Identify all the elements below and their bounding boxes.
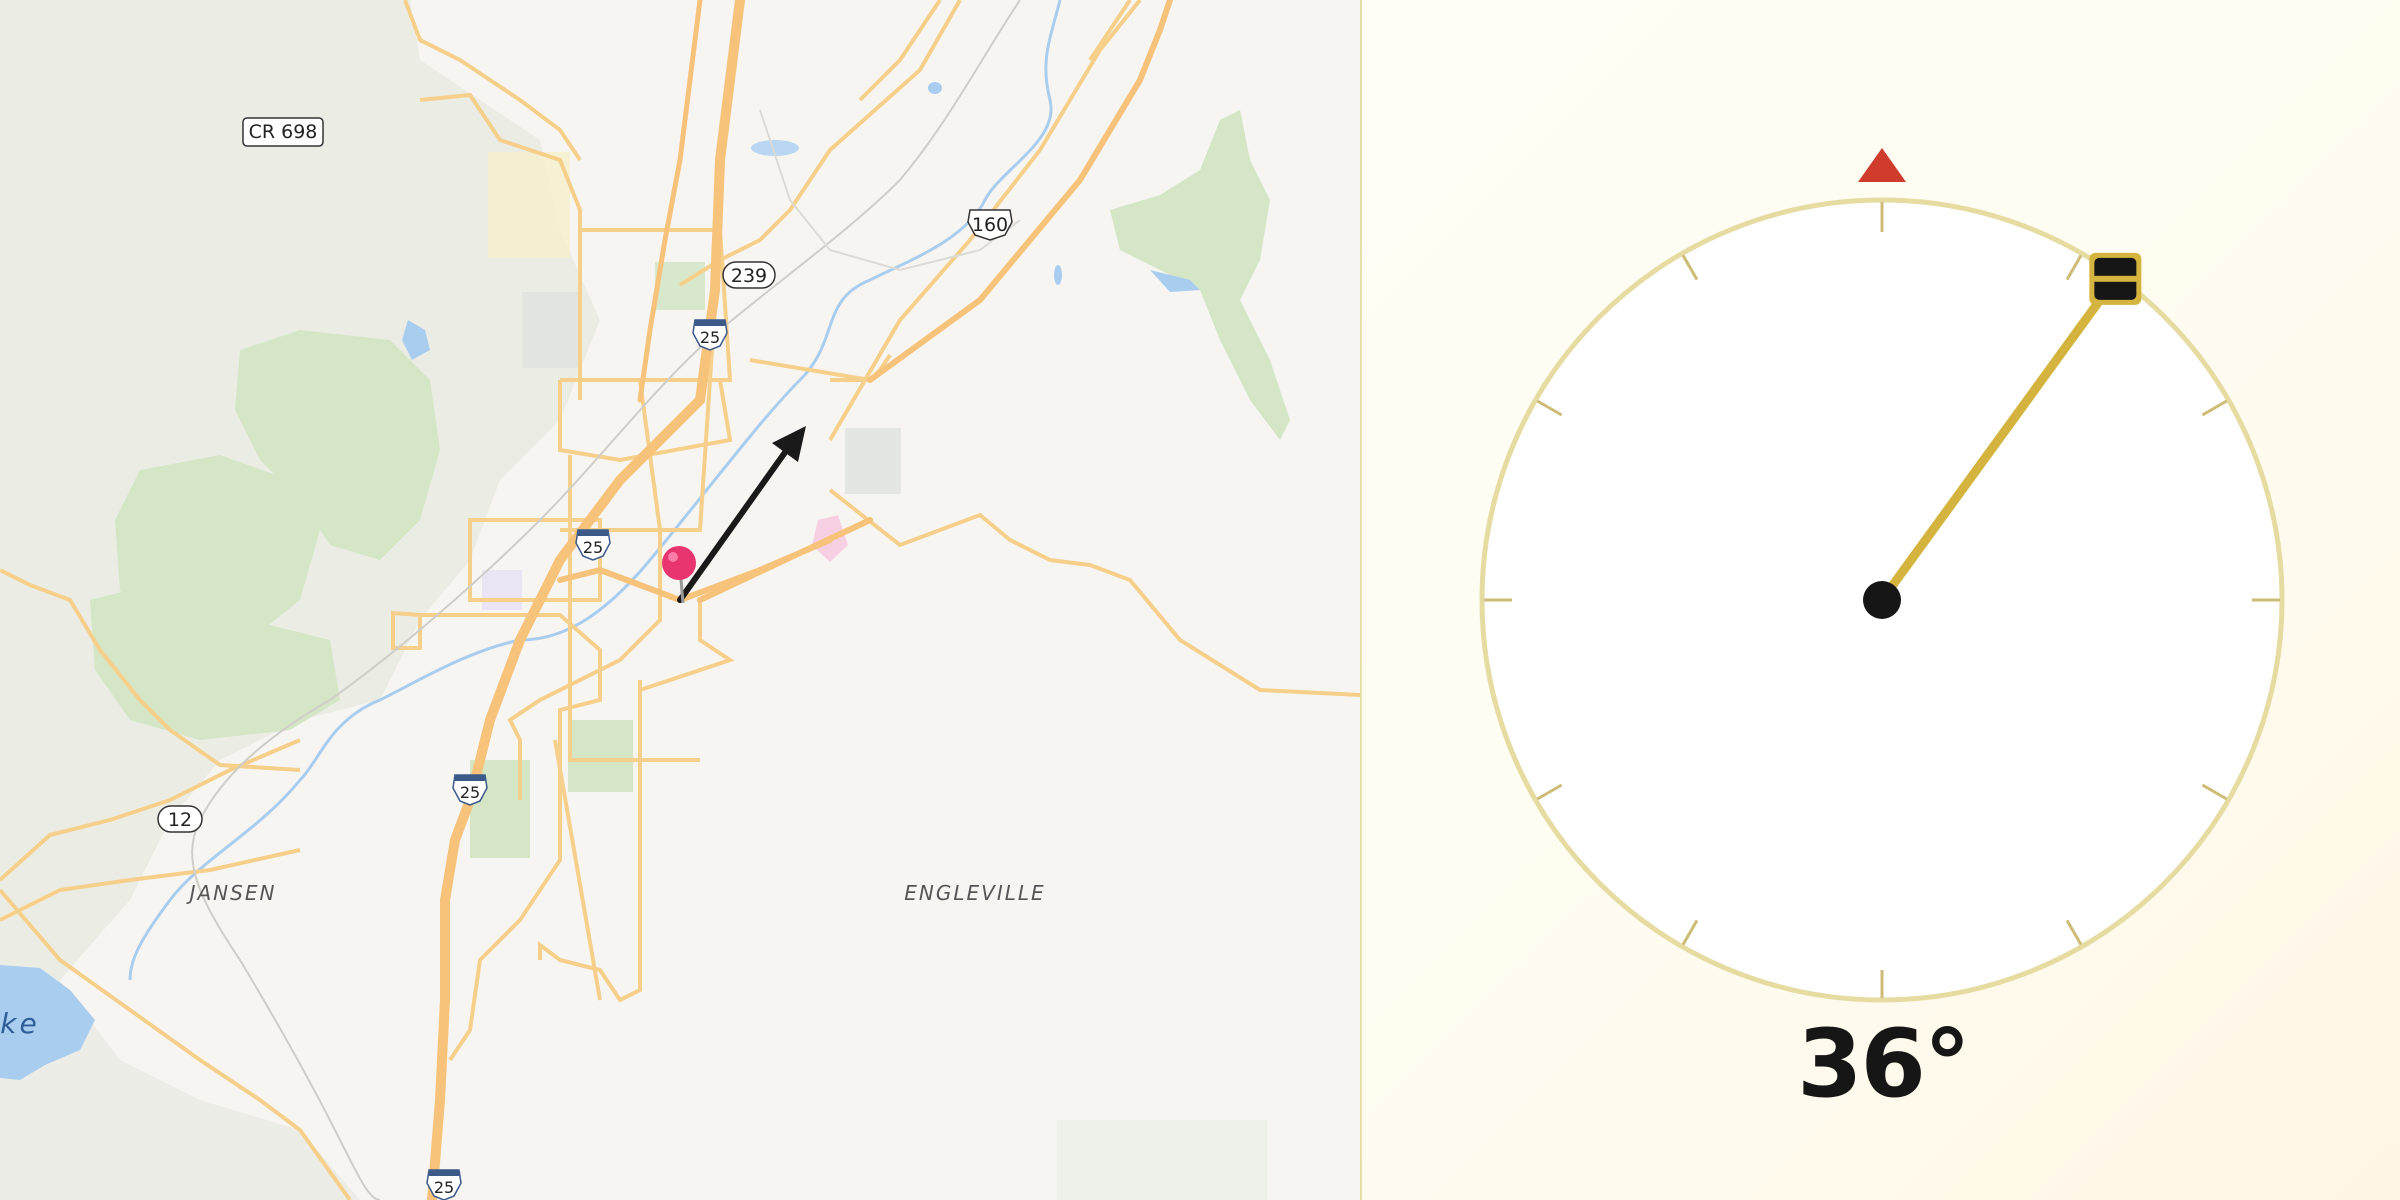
interstate-shield: 25 [692, 319, 728, 351]
svg-text:12: 12 [168, 809, 192, 831]
route-shield-co239: 239 [722, 261, 776, 289]
compass-hub [1863, 581, 1901, 619]
svg-text:239: 239 [731, 265, 767, 287]
route-shield-cr698: CR 698 [242, 117, 324, 147]
route-shield-co12: 12 [157, 805, 203, 833]
route-shield-us160: 160 [967, 209, 1013, 241]
pond [928, 82, 942, 94]
map-view[interactable]: CR 698 160 239 25 25 25 25 12 JANSEN ENG… [0, 0, 1360, 1200]
svg-text:25: 25 [700, 328, 720, 347]
land-parcel [845, 428, 901, 494]
north-triangle-icon [1858, 148, 1906, 182]
place-label-jansen: JANSEN [186, 881, 277, 905]
pond [1054, 265, 1062, 285]
heading-readout: 36° [1797, 1010, 1971, 1119]
svg-text:CR 698: CR 698 [249, 121, 318, 143]
park-area [1110, 110, 1290, 440]
map-canvas: CR 698 160 239 25 25 25 25 12 JANSEN ENG… [0, 0, 1360, 1200]
land-parcel [1057, 1120, 1267, 1200]
place-label-engleville: ENGLEVILLE [904, 881, 1045, 905]
drag-handle-icon[interactable] [2089, 252, 2142, 305]
land-parcel [522, 292, 580, 368]
interstate-shield: 25 [575, 529, 611, 561]
svg-text:160: 160 [972, 214, 1008, 236]
land-parcel [482, 570, 522, 610]
svg-text:25: 25 [434, 1178, 454, 1197]
svg-text:25: 25 [460, 783, 480, 802]
place-label-lake: ke [0, 1007, 39, 1040]
svg-text:25: 25 [583, 538, 603, 557]
park-area [568, 720, 633, 792]
land-parcel [488, 152, 570, 258]
